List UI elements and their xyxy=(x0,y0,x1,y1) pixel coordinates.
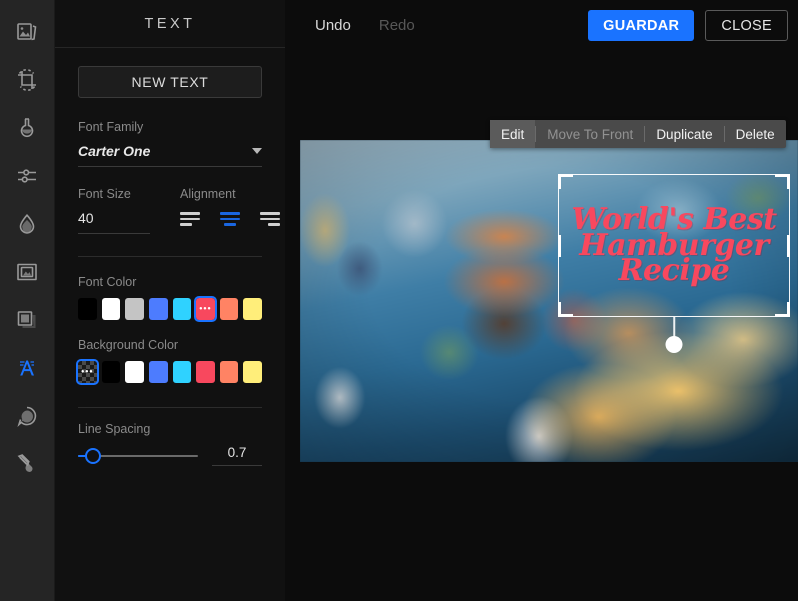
align-left-icon[interactable] xyxy=(180,212,200,229)
context-menu-delete[interactable]: Delete xyxy=(725,120,786,148)
font-family-value: Carter One xyxy=(78,143,151,159)
line-spacing-value[interactable] xyxy=(212,445,262,466)
new-text-button[interactable]: NEW TEXT xyxy=(78,66,262,98)
background-color-swatch[interactable] xyxy=(219,361,239,383)
align-right-icon[interactable] xyxy=(260,212,280,229)
canvas-area[interactable]: World's Best Hamburger Recipe Edit Move … xyxy=(285,51,798,601)
rotate-handle[interactable] xyxy=(665,336,683,353)
font-color-swatch[interactable] xyxy=(101,298,121,320)
font-color-label: Font Color xyxy=(78,275,137,289)
close-button[interactable]: CLOSE xyxy=(705,10,788,41)
line-spacing-control xyxy=(78,445,262,466)
chevron-down-icon xyxy=(252,148,262,154)
undo-button[interactable]: Undo xyxy=(315,17,351,34)
context-menu-edit[interactable]: Edit xyxy=(490,120,536,148)
font-color-swatch-selected[interactable]: ••• xyxy=(194,296,217,322)
droplet-icon[interactable] xyxy=(0,200,55,248)
sticker-icon[interactable] xyxy=(0,392,55,440)
tool-rail xyxy=(0,0,55,601)
background-color-swatch[interactable] xyxy=(148,361,168,383)
save-button[interactable]: GUARDAR xyxy=(588,10,695,41)
background-color-swatch[interactable] xyxy=(125,361,144,383)
panel-body: NEW TEXT Font Family Carter One Font Siz… xyxy=(55,48,285,601)
redo-button: Redo xyxy=(378,17,415,34)
font-family-select[interactable]: Carter One xyxy=(78,143,262,167)
sliders-icon[interactable] xyxy=(0,152,55,200)
context-menu-move-to-front: Move To Front xyxy=(547,126,634,142)
text-layer-selected[interactable]: World's Best Hamburger Recipe xyxy=(558,174,790,353)
shape-icon[interactable] xyxy=(0,296,55,344)
font-color-swatch[interactable] xyxy=(219,298,239,320)
font-color-swatches: ••• xyxy=(78,296,262,322)
font-size-input[interactable] xyxy=(78,210,150,234)
line-spacing-slider[interactable] xyxy=(78,446,198,466)
text-settings-panel: TEXT NEW TEXT Font Family Carter One Fon… xyxy=(55,0,285,601)
frame-icon[interactable] xyxy=(0,248,55,296)
alignment-label: Alignment xyxy=(180,187,236,201)
text-layer-content: World's Best Hamburger Recipe xyxy=(558,174,790,317)
background-color-swatch[interactable] xyxy=(101,361,121,383)
brush-icon[interactable] xyxy=(0,440,55,488)
font-color-swatch[interactable] xyxy=(172,298,192,320)
slider-knob[interactable] xyxy=(85,447,102,464)
alignment-group: Alignment xyxy=(168,187,280,234)
flask-icon[interactable] xyxy=(0,104,55,152)
editor-window: TEXT NEW TEXT Font Family Carter One Fon… xyxy=(0,0,798,601)
background-color-swatches: ••• xyxy=(76,359,262,385)
background-color-swatch[interactable] xyxy=(196,361,215,383)
line-spacing-label: Line Spacing xyxy=(78,422,151,436)
alignment-options xyxy=(180,210,280,229)
crop-icon[interactable] xyxy=(0,56,55,104)
font-color-swatch[interactable] xyxy=(148,298,168,320)
text-icon[interactable] xyxy=(0,344,55,392)
background-color-swatch-selected[interactable]: ••• xyxy=(76,359,99,385)
context-menu-duplicate[interactable]: Duplicate xyxy=(645,120,723,148)
panel-divider xyxy=(78,256,262,257)
font-size-label: Font Size xyxy=(78,187,131,201)
canvas-stage: Undo Redo GUARDAR CLOSE World's Best Ham… xyxy=(285,0,798,601)
background-color-label: Background Color xyxy=(78,338,179,352)
font-family-label: Font Family xyxy=(78,120,144,134)
background-color-swatch[interactable] xyxy=(172,361,192,383)
panel-divider-2 xyxy=(78,407,262,408)
font-color-swatch[interactable] xyxy=(243,298,262,320)
align-center-icon[interactable] xyxy=(220,212,240,229)
panel-title: TEXT xyxy=(55,0,285,48)
font-size-group: Font Size xyxy=(78,187,168,234)
background-color-swatch[interactable] xyxy=(243,361,262,383)
layer-context-menu: Edit Move To Front Duplicate Delete xyxy=(490,120,786,148)
font-color-swatch[interactable] xyxy=(78,298,97,320)
text-line: Recipe xyxy=(618,253,730,289)
size-align-row: Font Size Alignment xyxy=(78,187,280,234)
top-toolbar: Undo Redo GUARDAR CLOSE xyxy=(285,0,798,51)
font-color-swatch[interactable] xyxy=(125,298,144,320)
image-icon[interactable] xyxy=(0,8,55,56)
